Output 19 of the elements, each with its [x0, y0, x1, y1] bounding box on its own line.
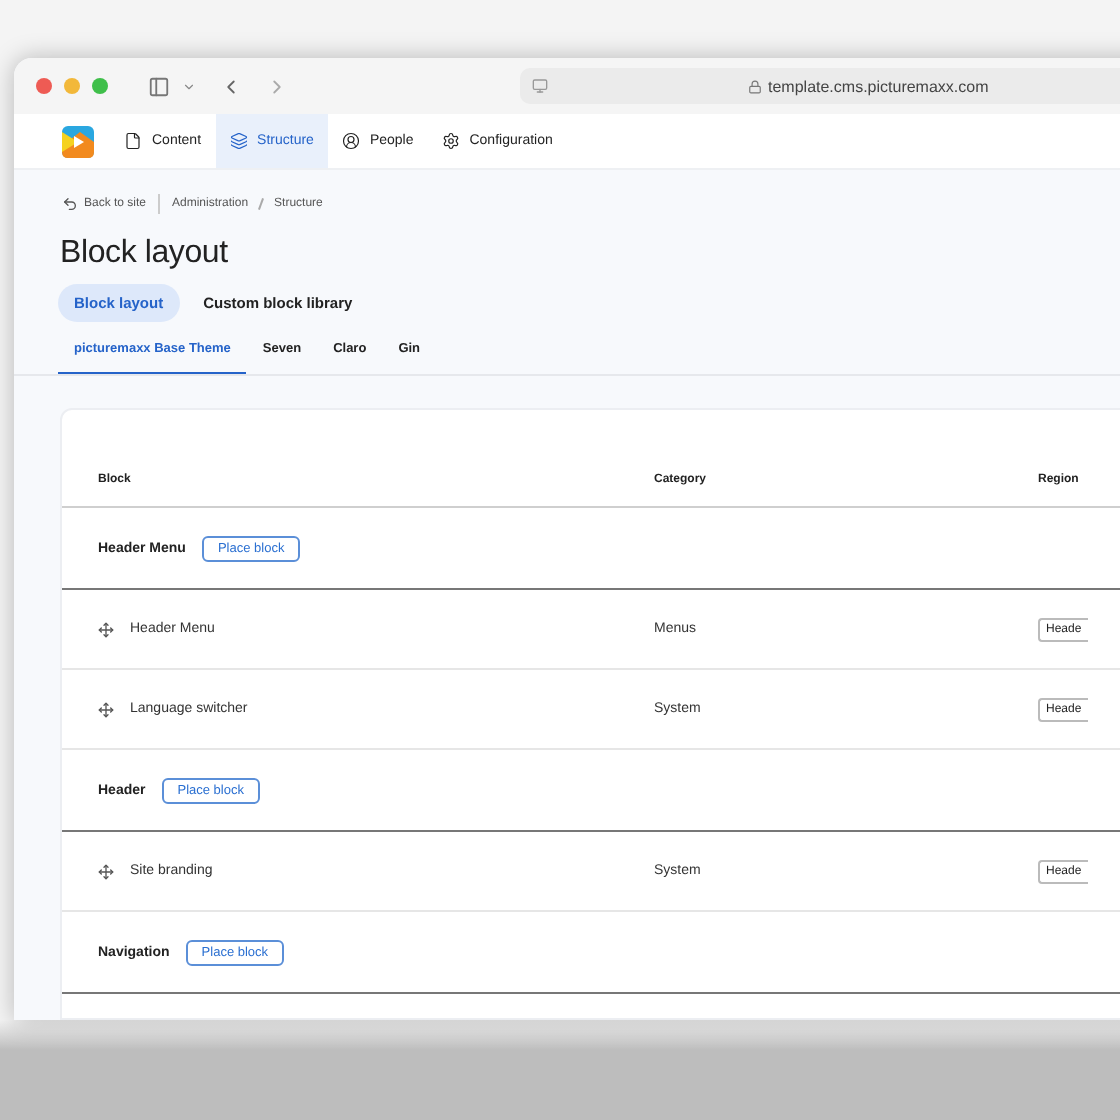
file-icon: [124, 132, 142, 150]
settings-icon: [441, 132, 460, 150]
sidebar-icon[interactable]: [148, 75, 170, 97]
chevron-down-icon[interactable]: [182, 79, 196, 93]
drag-handle-icon[interactable]: [98, 621, 114, 637]
drag-handle-icon[interactable]: [98, 863, 114, 879]
app-logo[interactable]: [62, 125, 94, 157]
monitor-icon: [532, 78, 548, 94]
page-title: Block layout: [60, 236, 230, 272]
back-arrow-icon: [62, 196, 78, 212]
maximize-button[interactable]: [92, 78, 108, 94]
lock-icon: [748, 79, 762, 93]
user-icon: [341, 132, 360, 150]
address-bar[interactable]: template.cms.picturemaxx.com: [520, 68, 1120, 104]
layers-icon: [229, 132, 248, 150]
url-text: template.cms.picturemaxx.com: [768, 77, 989, 95]
close-button[interactable]: [36, 78, 52, 94]
minimize-button[interactable]: [64, 78, 80, 94]
drag-handle-icon[interactable]: [98, 701, 114, 717]
